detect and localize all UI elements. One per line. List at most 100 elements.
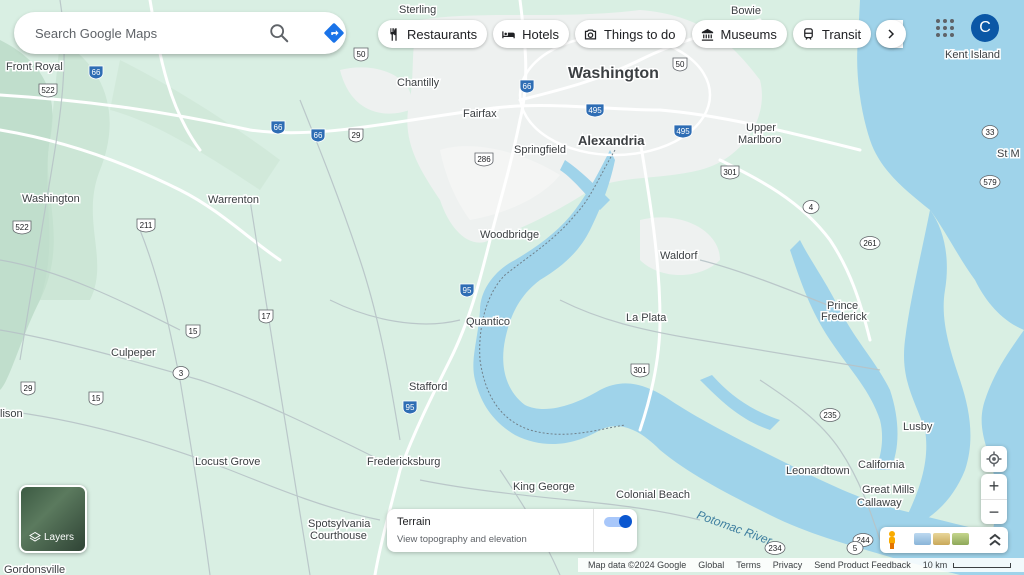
my-location-button[interactable] <box>981 446 1007 472</box>
route-shield-label: 522 <box>15 223 29 232</box>
route-shield-label: 235 <box>823 411 837 420</box>
map-canvas[interactable]: 6650665049549529666628652221130143357952… <box>0 0 1024 575</box>
zoom-controls: + − <box>981 474 1007 524</box>
route-shield-label: 5 <box>853 544 858 553</box>
imagery-thumbnail[interactable] <box>914 533 931 545</box>
toggle-knob <box>619 515 632 528</box>
route-shield: 522 <box>12 220 32 235</box>
route-shield-label: 301 <box>633 366 647 375</box>
route-shield: 3 <box>172 366 190 380</box>
museum-icon <box>701 28 713 41</box>
place-sterling: Sterling <box>399 4 436 16</box>
train-icon <box>803 27 813 40</box>
route-shield-label: 66 <box>314 131 323 140</box>
google-apps-icon[interactable] <box>933 16 957 40</box>
route-shield: 261 <box>859 236 881 250</box>
divider <box>593 509 594 552</box>
route-shield: 301 <box>720 165 740 180</box>
route-shield: 211 <box>136 218 156 233</box>
zoom-in-button[interactable]: + <box>981 474 1007 499</box>
layers-button[interactable]: Layers <box>19 485 87 553</box>
chip-things-to-do[interactable]: Things to do <box>574 20 686 48</box>
route-shield-label: 66 <box>523 82 532 91</box>
place-gordonsville: Gordonsville <box>4 564 65 575</box>
route-shield: 33 <box>981 125 999 139</box>
place-quantico: Quantico <box>466 316 510 328</box>
chip-museums[interactable]: Museums <box>691 20 787 48</box>
route-shield-label: 495 <box>588 106 602 115</box>
route-shield-label: 15 <box>92 394 101 403</box>
chips-next-button[interactable] <box>876 20 906 48</box>
route-shield: 522 <box>38 83 58 98</box>
place-chantilly: Chantilly <box>397 77 440 89</box>
imagery-thumbnail[interactable] <box>952 533 969 545</box>
account-avatar[interactable]: C <box>971 14 999 42</box>
map-footer: Map data ©2024 Google Global Terms Priva… <box>578 558 1024 572</box>
place-callaway: Callaway <box>857 497 902 509</box>
privacy-link[interactable]: Privacy <box>773 560 803 570</box>
search-input[interactable] <box>35 25 255 41</box>
terrain-subtitle: View topography and elevation <box>397 534 527 545</box>
route-shield-label: 211 <box>140 221 153 230</box>
route-shield-label: 522 <box>41 86 55 95</box>
place-stafford: Stafford <box>409 381 447 393</box>
place-lusby: Lusby <box>903 421 933 433</box>
route-shield-label: 50 <box>676 60 685 69</box>
route-shield: 5 <box>846 541 864 555</box>
pegman-icon[interactable] <box>884 530 900 550</box>
place-washington-dc: Washington <box>568 65 659 82</box>
chip-transit[interactable]: Transit <box>792 20 872 48</box>
terrain-toggle[interactable] <box>604 515 632 528</box>
zoom-out-button[interactable]: − <box>981 499 1007 524</box>
imagery-thumbnails <box>914 533 969 545</box>
place-alexandria: Alexandria <box>578 133 645 148</box>
place-california: California <box>858 459 905 471</box>
place-woodbridge: Woodbridge <box>480 229 539 241</box>
place-upper: Upper <box>746 122 776 134</box>
place-st-m: St M <box>997 148 1020 160</box>
place-washington-va: Washington <box>22 193 80 205</box>
scale-bar <box>953 562 1012 568</box>
route-shield: 66 <box>270 120 286 135</box>
directions-icon[interactable] <box>323 22 345 44</box>
global-link[interactable]: Global <box>698 560 724 570</box>
chip-label: Museums <box>720 26 777 42</box>
crosshair-icon <box>986 451 1002 467</box>
search-icon[interactable] <box>268 22 290 44</box>
route-shield-label: 50 <box>357 50 366 59</box>
chip-label: Restaurants <box>407 26 478 42</box>
terms-link[interactable]: Terms <box>736 560 761 570</box>
chip-label: Hotels <box>522 26 559 42</box>
feedback-link[interactable]: Send Product Feedback <box>814 560 911 570</box>
route-shield: 95 <box>402 400 418 415</box>
chip-restaurants[interactable]: Restaurants <box>378 20 488 48</box>
route-shield-label: 15 <box>189 327 198 336</box>
route-shield: 66 <box>88 65 104 80</box>
place-fredericksburg: Fredericksburg <box>367 456 440 468</box>
route-shield: 286 <box>474 152 494 167</box>
route-shield-label: 66 <box>274 123 283 132</box>
chip-hotels[interactable]: Hotels <box>493 20 569 48</box>
route-shield: 15 <box>88 391 104 406</box>
category-chips: Restaurants Hotels Things to do Museums … <box>378 20 904 48</box>
expand-icon[interactable] <box>986 530 1004 550</box>
route-shield-label: 66 <box>92 68 101 77</box>
route-shield: 50 <box>672 57 688 72</box>
camera-icon <box>584 29 597 39</box>
route-shield: 235 <box>819 408 841 422</box>
route-shield: 4 <box>802 200 820 214</box>
search-box <box>14 12 346 54</box>
route-shield-label: 95 <box>463 286 472 295</box>
avatar-initial: C <box>979 19 991 36</box>
place-front-royal: Front Royal <box>6 61 63 73</box>
place-marlboro: Marlboro <box>738 134 781 146</box>
route-shield-label: 579 <box>983 178 997 187</box>
scale-indicator[interactable]: 10 km <box>923 560 1018 570</box>
layers-label: Layers <box>29 531 74 543</box>
route-shield: 66 <box>519 79 535 94</box>
route-shield: 29 <box>348 128 364 143</box>
imagery-thumbnail[interactable] <box>933 533 950 545</box>
route-shield: 495 <box>673 124 693 139</box>
place-frederick: Frederick <box>821 311 867 323</box>
chip-label: Transit <box>821 26 862 42</box>
